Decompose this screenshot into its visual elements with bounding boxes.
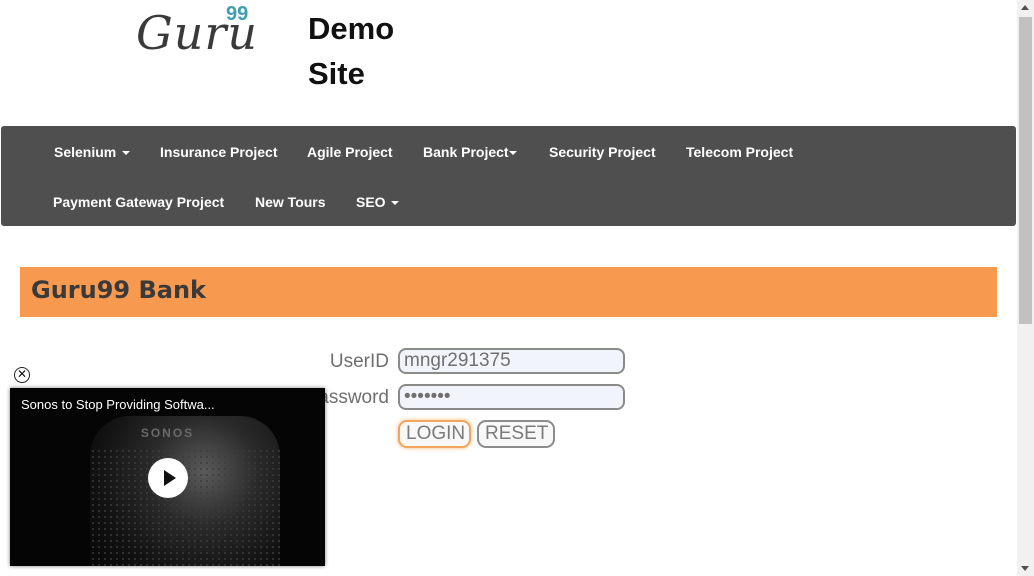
video-player[interactable]: SONOS Sonos to Stop Providing Softwa... (10, 388, 325, 566)
nav-item-insurance-project[interactable]: Insurance Project (160, 144, 278, 160)
nav-item-selenium[interactable]: Selenium (54, 144, 131, 160)
password-input[interactable]: ••••••• (398, 384, 625, 410)
play-icon[interactable] (148, 458, 188, 498)
site-title-line2: Site (308, 56, 365, 91)
video-thumbnail-grill (90, 448, 280, 566)
scroll-up-arrow-icon[interactable] (1021, 5, 1029, 10)
reset-button[interactable]: RESET (477, 420, 555, 448)
nav-item-bank-project[interactable]: Bank Project (423, 144, 517, 160)
video-brand-text: SONOS (140, 426, 195, 440)
nav-item-telecom-project[interactable]: Telecom Project (686, 144, 793, 160)
nav-item-agile-project[interactable]: Agile Project (307, 144, 393, 160)
nav-item-new-tours[interactable]: New Tours (255, 194, 326, 210)
caret-down-icon (391, 201, 400, 206)
scroll-down-arrow-icon[interactable] (1021, 566, 1029, 571)
guru99-logo[interactable]: Guru 99 (136, 0, 266, 60)
scrollbar-thumb[interactable] (1019, 17, 1032, 324)
nav-item-payment-gateway-project[interactable]: Payment Gateway Project (53, 194, 224, 210)
play-triangle (164, 470, 176, 486)
bank-title: Guru99 Bank (31, 276, 206, 304)
vertical-scrollbar[interactable] (1017, 0, 1034, 576)
caret-down-icon (122, 151, 131, 156)
userid-input[interactable]: mngr291375 (398, 348, 625, 374)
logo-superscript: 99 (226, 3, 249, 25)
nav-item-seo[interactable]: SEO (356, 194, 400, 210)
userid-label: UserID (329, 351, 389, 372)
site-title: Demo Site (308, 6, 428, 96)
caret-down-icon (508, 151, 517, 156)
bank-header: Guru99 Bank (20, 267, 997, 317)
site-title-line1: Demo (308, 11, 395, 46)
video-title[interactable]: Sonos to Stop Providing Softwa... (21, 397, 215, 412)
close-circle-icon[interactable]: ✕ (14, 367, 30, 383)
main-navbar: Selenium Insurance Project Agile Project… (1, 126, 1016, 226)
nav-item-security-project[interactable]: Security Project (549, 144, 656, 160)
login-button[interactable]: LOGIN (398, 420, 471, 448)
